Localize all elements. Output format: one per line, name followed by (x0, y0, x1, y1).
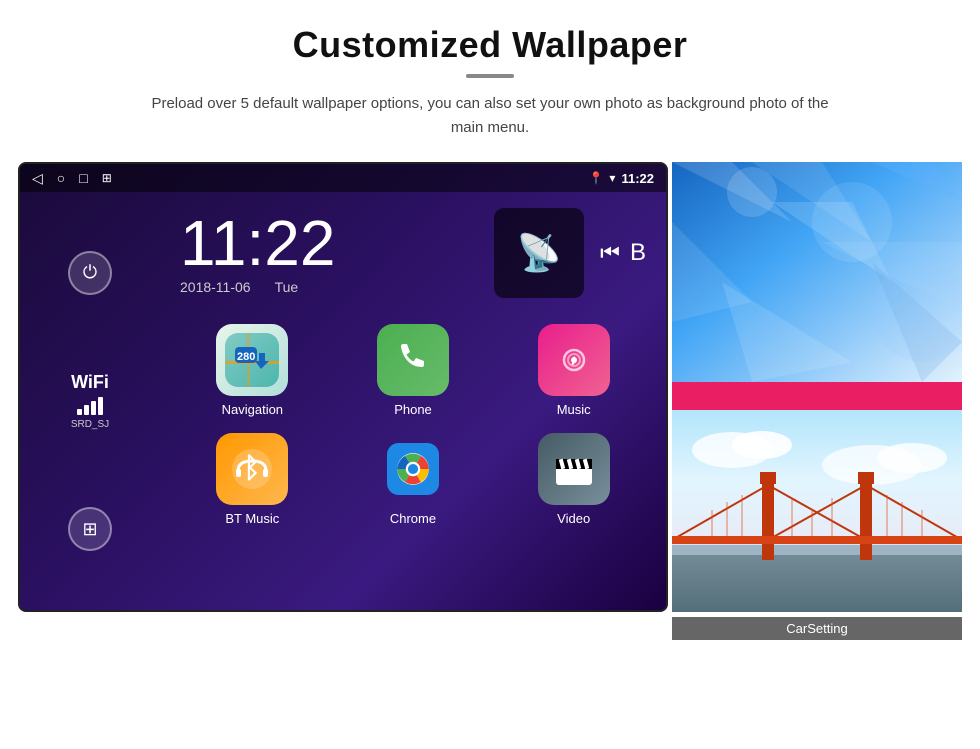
wifi-status-icon: ▾ (609, 171, 615, 185)
app-chrome[interactable]: Chrome (341, 433, 486, 526)
recent-icon[interactable]: □ (79, 170, 87, 186)
app-video[interactable]: Video (501, 433, 646, 526)
status-indicators: 📍 ▾ 11:22 (588, 171, 654, 186)
home-icon[interactable]: ○ (57, 170, 65, 186)
media-controls: ⏮ B (600, 239, 646, 267)
wifi-ssid: SRD_SJ (71, 419, 109, 430)
clock-date-text: 2018-11-06 (180, 279, 251, 295)
video-icon (538, 433, 610, 505)
power-icon: ⏻ (83, 262, 97, 283)
power-button[interactable]: ⏻ (68, 251, 112, 295)
app-bt-music[interactable]: ᛒ BT Music (180, 433, 325, 526)
clock-time: 11:22 (180, 211, 335, 275)
top-widgets: 📡 ⏮ B (494, 208, 646, 298)
navigation-icon: 280 (216, 324, 288, 396)
status-bar: ◁ ○ □ ⊞ 📍 ▾ 11:22 (20, 164, 666, 192)
navigation-icon-svg: 280 (225, 333, 279, 387)
clock-date: 2018-11-06 Tue (180, 279, 335, 295)
bt-music-icon: ᛒ (216, 433, 288, 505)
page-title: Customized Wallpaper (293, 24, 688, 66)
app-navigation[interactable]: 280 Navigation (180, 324, 325, 417)
svg-text:280: 280 (237, 351, 255, 363)
wifi-widget[interactable]: WiFi SRD_SJ (71, 372, 109, 430)
music-icon-svg: ♪ (550, 336, 598, 384)
left-sidebar: ⏻ WiFi SRD_SJ ⊞ (20, 192, 160, 610)
bt-music-label: BT Music (225, 511, 279, 526)
wifi-label: WiFi (71, 372, 109, 393)
navigation-label: Navigation (222, 402, 283, 417)
apps-grid-icon: ⊞ (82, 519, 97, 540)
radio-icon: 📡 (517, 232, 562, 274)
prev-track-icon[interactable]: ⏮ (600, 240, 620, 266)
chrome-icon (377, 433, 449, 505)
phone-label: Phone (394, 402, 432, 417)
wifi-signal-bars (77, 397, 103, 415)
svg-text:♪: ♪ (570, 352, 578, 369)
app-phone[interactable]: Phone (341, 324, 486, 417)
screenshot-icon[interactable]: ⊞ (102, 171, 112, 185)
wallpaper-bridge-panel: CarSetting (672, 410, 962, 640)
wallpaper-panels: CarSetting (672, 162, 962, 640)
phone-icon-svg (391, 338, 435, 382)
chrome-icon-svg (387, 443, 439, 495)
clock-widget: 11:22 2018-11-06 Tue (180, 211, 335, 295)
main-content: 11:22 2018-11-06 Tue 📡 ⏮ B (160, 192, 666, 610)
carsetting-banner: CarSetting (672, 617, 962, 640)
music-icon: ♪ (538, 324, 610, 396)
wallpaper-ice-panel (672, 162, 962, 382)
svg-text:ᛒ: ᛒ (244, 452, 261, 483)
app-music[interactable]: ♪ Music (501, 324, 646, 417)
title-divider (466, 74, 514, 78)
screen-container: ◁ ○ □ ⊞ 📍 ▾ 11:22 ⏻ WiFi (18, 162, 962, 640)
next-track-icon[interactable]: B (630, 239, 646, 267)
pink-divider-strip (672, 382, 962, 410)
video-label: Video (557, 511, 590, 526)
clock-area: 11:22 2018-11-06 Tue 📡 ⏮ B (160, 192, 666, 298)
music-label: Music (557, 402, 591, 417)
status-time: 11:22 (621, 171, 654, 186)
app-grid: 280 Navigation (160, 308, 666, 542)
chrome-label: Chrome (390, 511, 436, 526)
clock-day-text: Tue (275, 279, 299, 295)
android-screen: ◁ ○ □ ⊞ 📍 ▾ 11:22 ⏻ WiFi (18, 162, 668, 612)
page-description: Preload over 5 default wallpaper options… (140, 92, 840, 140)
music-player-widget[interactable]: 📡 (494, 208, 584, 298)
bt-icon-svg: ᛒ (230, 447, 274, 491)
apps-button[interactable]: ⊞ (68, 507, 112, 551)
nav-buttons: ◁ ○ □ ⊞ (32, 170, 112, 187)
wallpaper-ice-svg (672, 162, 962, 382)
phone-icon (377, 324, 449, 396)
back-icon[interactable]: ◁ (32, 170, 43, 187)
location-icon: 📍 (588, 171, 603, 185)
wallpaper-bridge-svg (672, 410, 962, 612)
video-icon-svg (550, 445, 598, 493)
